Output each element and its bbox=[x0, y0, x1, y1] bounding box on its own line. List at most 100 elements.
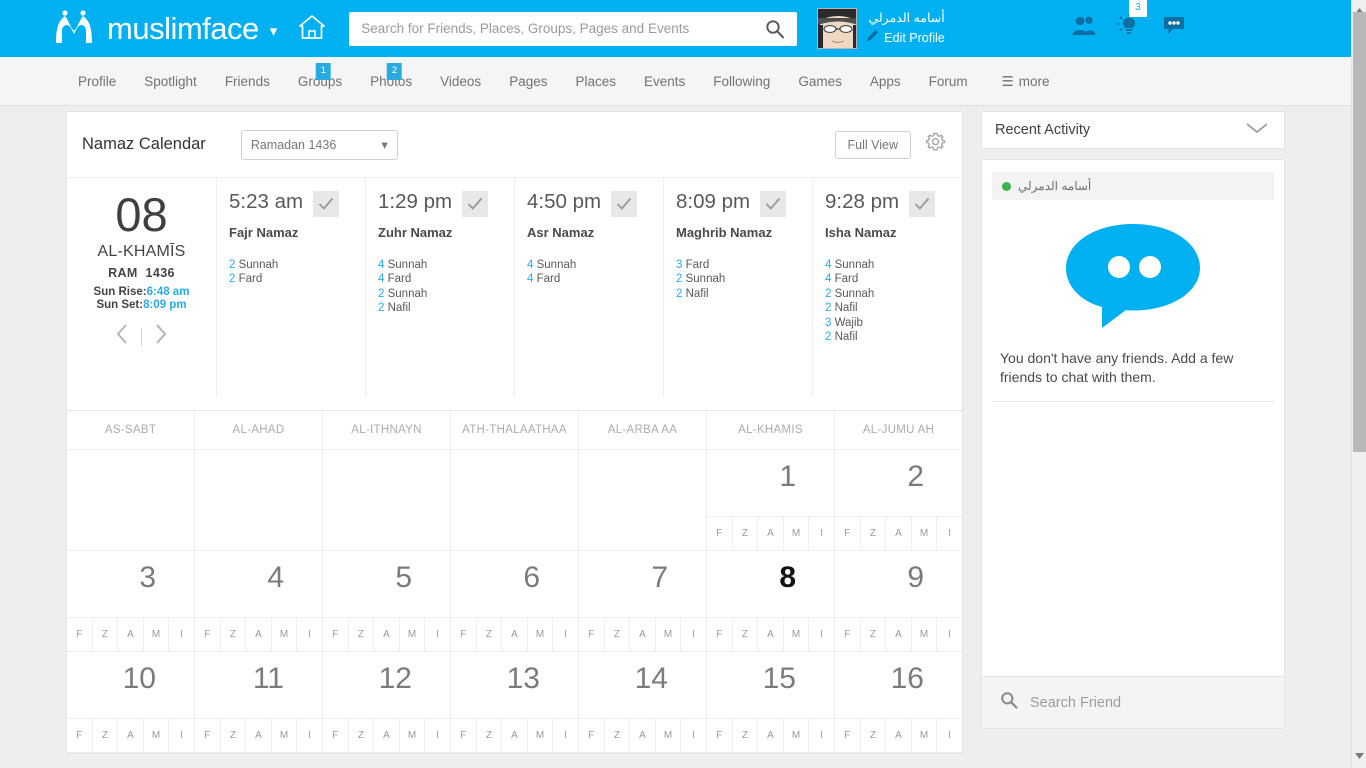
edit-profile-link[interactable]: Edit Profile bbox=[866, 29, 945, 47]
prayer-mark[interactable]: I bbox=[937, 517, 962, 550]
prayer-mark[interactable]: F bbox=[195, 618, 221, 651]
next-day-button[interactable] bbox=[154, 323, 168, 350]
prayer-mark[interactable]: I bbox=[809, 517, 834, 550]
prayer-mark[interactable]: M bbox=[144, 618, 170, 651]
prayer-mark[interactable]: A bbox=[118, 719, 144, 752]
calendar-day-cell[interactable]: 2 FZAMI bbox=[835, 450, 962, 551]
current-user-row[interactable]: أسامه الدمرلي bbox=[992, 172, 1274, 200]
prayer-mark[interactable]: A bbox=[886, 618, 912, 651]
prayer-check-toggle[interactable] bbox=[611, 191, 638, 217]
prayer-mark[interactable]: F bbox=[451, 618, 477, 651]
prayer-mark[interactable]: M bbox=[400, 719, 426, 752]
prayer-mark[interactable]: M bbox=[656, 618, 682, 651]
nav-item-profile[interactable]: Profile bbox=[64, 74, 130, 89]
prayer-mark[interactable]: F bbox=[835, 719, 861, 752]
prayer-mark[interactable]: F bbox=[707, 618, 733, 651]
nav-item-places[interactable]: Places bbox=[561, 74, 630, 89]
messages-icon[interactable] bbox=[1162, 15, 1186, 41]
prayer-mark[interactable]: F bbox=[195, 719, 221, 752]
prayer-mark[interactable]: A bbox=[630, 719, 656, 752]
calendar-day-cell[interactable]: 12 F Z A M I bbox=[323, 652, 451, 753]
prayer-mark[interactable]: I bbox=[681, 719, 706, 752]
prayer-mark[interactable]: M bbox=[784, 618, 810, 651]
prayer-mark[interactable]: M bbox=[912, 719, 938, 752]
prayer-mark[interactable]: F bbox=[67, 618, 93, 651]
prayer-mark[interactable]: I bbox=[809, 719, 834, 752]
nav-item-events[interactable]: Events bbox=[630, 74, 699, 89]
prayer-mark[interactable]: Z bbox=[733, 719, 759, 752]
muslimface-logo-icon[interactable] bbox=[52, 9, 98, 49]
prayer-mark[interactable]: Z bbox=[861, 517, 887, 550]
prayer-mark[interactable]: M bbox=[784, 517, 810, 550]
prayer-mark[interactable]: A bbox=[246, 618, 272, 651]
home-icon[interactable] bbox=[297, 13, 327, 46]
scroll-down-arrow-icon[interactable] bbox=[1355, 747, 1364, 765]
friends-icon[interactable] bbox=[1072, 15, 1096, 41]
calendar-day-cell[interactable]: 8 FZAMI bbox=[707, 551, 835, 652]
prayer-mark[interactable]: A bbox=[758, 719, 784, 752]
calendar-day-cell[interactable]: 5 FZAMI bbox=[323, 551, 451, 652]
prayer-mark[interactable]: A bbox=[886, 517, 912, 550]
calendar-day-cell[interactable]: 14 F Z A M I bbox=[579, 652, 707, 753]
prayer-mark[interactable]: A bbox=[630, 618, 656, 651]
prayer-mark[interactable]: Z bbox=[221, 719, 247, 752]
prayer-mark[interactable]: A bbox=[758, 618, 784, 651]
prayer-mark[interactable]: Z bbox=[93, 618, 119, 651]
prayer-mark[interactable]: A bbox=[502, 719, 528, 752]
calendar-day-cell[interactable]: 1 FZAMI bbox=[707, 450, 835, 551]
calendar-day-cell[interactable]: 3 FZAMI bbox=[67, 551, 195, 652]
nav-item-apps[interactable]: Apps bbox=[856, 74, 915, 89]
prayer-mark[interactable]: M bbox=[144, 719, 170, 752]
nav-item-following[interactable]: Following bbox=[699, 74, 784, 89]
prayer-mark[interactable]: M bbox=[656, 719, 682, 752]
prayer-mark[interactable]: F bbox=[835, 517, 861, 550]
nav-item-videos[interactable]: Videos bbox=[426, 74, 495, 89]
prayer-mark[interactable]: Z bbox=[861, 719, 887, 752]
nav-item-pages[interactable]: Pages bbox=[495, 74, 561, 89]
prayer-mark[interactable]: Z bbox=[221, 618, 247, 651]
prayer-check-toggle[interactable] bbox=[313, 191, 340, 217]
previous-day-button[interactable] bbox=[115, 323, 129, 350]
prayer-mark[interactable]: Z bbox=[349, 719, 375, 752]
page-scrollbar[interactable] bbox=[1351, 0, 1366, 768]
prayer-mark[interactable]: Z bbox=[605, 719, 631, 752]
chevron-down-icon[interactable]: ▾ bbox=[270, 22, 278, 40]
prayer-mark[interactable]: I bbox=[937, 618, 962, 651]
prayer-mark[interactable]: Z bbox=[733, 517, 759, 550]
prayer-mark[interactable]: Z bbox=[861, 618, 887, 651]
prayer-mark[interactable]: Z bbox=[605, 618, 631, 651]
gear-icon[interactable] bbox=[925, 132, 946, 158]
prayer-mark[interactable]: M bbox=[272, 719, 298, 752]
prayer-mark[interactable]: Z bbox=[349, 618, 375, 651]
calendar-day-cell[interactable]: 11 F Z A M I bbox=[195, 652, 323, 753]
prayer-mark[interactable]: A bbox=[502, 618, 528, 651]
prayer-mark[interactable]: A bbox=[758, 517, 784, 550]
calendar-day-cell[interactable]: 9 FZAMI bbox=[835, 551, 962, 652]
calendar-day-cell[interactable]: 13 F Z A M I bbox=[451, 652, 579, 753]
nav-item-more[interactable]: ☰ more bbox=[982, 74, 1064, 90]
full-view-button[interactable]: Full View bbox=[834, 130, 911, 159]
search-input[interactable] bbox=[359, 12, 760, 45]
prayer-mark[interactable]: I bbox=[169, 719, 194, 752]
brand-name[interactable]: muslimface bbox=[107, 11, 259, 47]
calendar-day-cell[interactable]: 7 FZAMI bbox=[579, 551, 707, 652]
prayer-mark[interactable]: I bbox=[425, 719, 450, 752]
nav-item-spotlight[interactable]: Spotlight bbox=[130, 74, 211, 89]
scrollbar-thumb[interactable] bbox=[1353, 12, 1366, 452]
prayer-check-toggle[interactable] bbox=[760, 191, 787, 217]
prayer-check-toggle[interactable] bbox=[909, 191, 936, 217]
nav-item-friends[interactable]: Friends bbox=[211, 74, 284, 89]
calendar-day-cell[interactable]: 10 F Z A M I bbox=[67, 652, 195, 753]
nav-item-forum[interactable]: Forum bbox=[915, 74, 982, 89]
prayer-mark[interactable]: A bbox=[374, 719, 400, 752]
prayer-mark[interactable]: Z bbox=[733, 618, 759, 651]
nav-item-games[interactable]: Games bbox=[784, 74, 856, 89]
prayer-mark[interactable]: I bbox=[681, 618, 706, 651]
calendar-day-cell[interactable]: 4 FZAMI bbox=[195, 551, 323, 652]
friend-search-input[interactable] bbox=[1028, 693, 1248, 712]
prayer-mark[interactable]: I bbox=[553, 618, 578, 651]
prayer-mark[interactable]: M bbox=[528, 719, 554, 752]
prayer-mark[interactable]: F bbox=[579, 618, 605, 651]
prayer-mark[interactable]: I bbox=[937, 719, 962, 752]
calendar-day-cell[interactable]: 16 F Z A M I bbox=[835, 652, 962, 753]
